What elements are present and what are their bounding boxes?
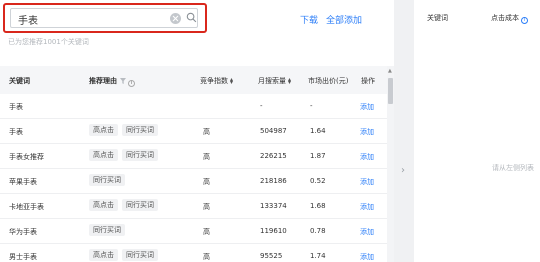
row-keyword: 华为手表 (9, 228, 37, 236)
add-link[interactable]: 添加 (360, 227, 374, 237)
search-input-value: 手表 (18, 16, 38, 27)
row-volume: 226215 (260, 152, 287, 160)
add-link[interactable]: 添加 (360, 177, 374, 187)
table-scrollbar[interactable]: ▲ (387, 66, 394, 262)
row-competition: 高 (203, 228, 210, 236)
table-row: 手表女推荐 高点击 同行买词 高 226215 1.87 添加 (0, 144, 387, 169)
row-keyword: 手表 (9, 128, 23, 136)
row-reason-tags: 同行买词 (89, 224, 129, 236)
table-row: 华为手表 同行买词 高 119610 0.78 添加 (0, 219, 387, 244)
info-icon[interactable]: i (521, 17, 528, 24)
reason-tag: 同行买词 (122, 124, 158, 136)
col-keyword: 关键词 (427, 14, 448, 22)
th-volume[interactable]: 月搜索量 ▴ ▾ (258, 76, 291, 86)
sort-icon[interactable]: ▴ ▾ (230, 77, 233, 86)
table-row: 苹果手表 同行买词 高 218186 0.52 添加 (0, 169, 387, 194)
table-row: 卡地亚手表 高点击 同行买词 高 133374 1.68 添加 (0, 194, 387, 219)
row-reason-tags: 高点击 同行买词 (89, 199, 162, 211)
add-link[interactable]: 添加 (360, 152, 374, 162)
keyword-recommend-panel: 手表 下载 全部添加 已为您推荐1001个关键词 关键词 推荐理由 i 竞争指数 ▴… (0, 0, 394, 262)
row-price: 1.87 (310, 152, 326, 160)
th-competition[interactable]: 竞争指数 ▴ ▾ (200, 76, 233, 86)
filter-icon[interactable] (120, 78, 126, 84)
col-click-cost: 点击成本 i (491, 13, 528, 24)
row-volume: 95525 (260, 252, 283, 260)
panel-divider: › (394, 0, 414, 262)
reason-tag: 高点击 (89, 149, 118, 161)
add-link[interactable]: 添加 (360, 252, 374, 262)
chevron-right-icon[interactable]: › (401, 165, 405, 176)
row-reason-tags: 高点击 同行买词 (89, 149, 162, 161)
reason-tag: 同行买词 (89, 224, 125, 236)
table-row: 手表 - - 添加 (0, 94, 387, 119)
scroll-thumb[interactable] (388, 78, 393, 104)
add-link[interactable]: 添加 (360, 102, 374, 112)
th-price: 市场出价(元) (308, 77, 349, 85)
row-volume: 119610 (260, 227, 287, 235)
table-header: 关键词 推荐理由 i 竞争指数 ▴ ▾ 月搜索量 ▴ ▾ 市场出价(元) 操作 (0, 66, 387, 94)
row-price: 0.52 (310, 177, 326, 185)
row-keyword: 男士手表 (9, 253, 37, 261)
row-reason-tags: 高点击 同行买词 (89, 124, 162, 136)
row-competition: 高 (203, 203, 210, 211)
row-keyword: 手表 (9, 103, 23, 111)
empty-state-text: 请从左侧列表 (492, 164, 534, 172)
row-competition: 高 (203, 178, 210, 186)
row-competition: 高 (203, 153, 210, 161)
add-all-link[interactable]: 全部添加 (326, 13, 362, 26)
th-action: 操作 (361, 77, 375, 85)
row-volume: 504987 (260, 127, 287, 135)
row-price: 1.68 (310, 202, 326, 210)
search-highlight-frame: 手表 (3, 3, 207, 33)
row-price: 1.64 (310, 127, 326, 135)
row-volume: - (260, 102, 263, 110)
search-input[interactable]: 手表 (10, 8, 198, 28)
recommend-count-hint: 已为您推荐1001个关键词 (8, 38, 89, 46)
row-price: 1.74 (310, 252, 326, 260)
th-keyword: 关键词 (9, 77, 30, 85)
reason-tag: 高点击 (89, 249, 118, 261)
row-volume: 218186 (260, 177, 287, 185)
table-row: 男士手表 高点击 同行买词 高 95525 1.74 添加 (0, 244, 387, 262)
reason-tag: 同行买词 (122, 149, 158, 161)
add-link[interactable]: 添加 (360, 127, 374, 137)
reason-tag: 高点击 (89, 199, 118, 211)
row-competition: 高 (203, 253, 210, 261)
reason-tag: 同行买词 (89, 174, 125, 186)
search-icon[interactable] (186, 12, 197, 23)
selected-keywords-panel: 关键词 点击成本 i 请从左侧列表 (414, 0, 540, 262)
selected-table-header: 关键词 点击成本 i (414, 0, 540, 34)
sort-icon[interactable]: ▴ ▾ (288, 77, 291, 86)
download-link[interactable]: 下载 (300, 13, 318, 26)
row-price: 0.78 (310, 227, 326, 235)
row-price: - (310, 102, 313, 110)
row-keyword: 卡地亚手表 (9, 203, 44, 211)
row-volume: 133374 (260, 202, 287, 210)
reason-tag: 高点击 (89, 124, 118, 136)
th-reason: 推荐理由 i (89, 76, 135, 87)
reason-tag: 同行买词 (122, 249, 158, 261)
scroll-up-icon[interactable]: ▲ (388, 68, 392, 74)
clear-icon[interactable] (170, 13, 181, 24)
table-row: 手表 高点击 同行买词 高 504987 1.64 添加 (0, 119, 387, 144)
row-reason-tags: 同行买词 (89, 174, 129, 186)
info-icon[interactable]: i (128, 80, 135, 87)
row-competition: 高 (203, 128, 210, 136)
add-link[interactable]: 添加 (360, 202, 374, 212)
row-keyword: 苹果手表 (9, 178, 37, 186)
row-reason-tags: 高点击 同行买词 (89, 249, 162, 261)
reason-tag: 同行买词 (122, 199, 158, 211)
row-keyword: 手表女推荐 (9, 153, 44, 161)
